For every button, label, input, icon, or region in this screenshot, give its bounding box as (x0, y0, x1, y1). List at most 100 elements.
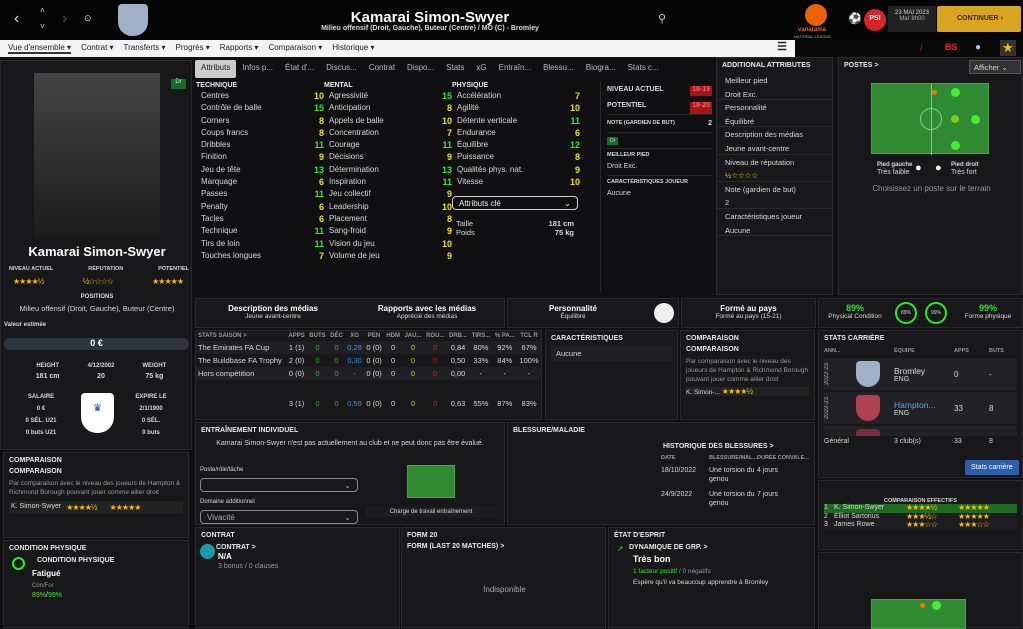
column-header[interactable]: DRB... (447, 331, 470, 341)
season-stats-title[interactable]: STATS SAISON > (196, 331, 286, 341)
nav-overview[interactable]: Vue d'ensemble ▾ (8, 43, 72, 54)
injury-row[interactable]: 18/10/2022 Une torsion du genou 4 jours (661, 466, 811, 490)
ball-icon[interactable]: ⚽ (848, 12, 862, 25)
nav-progress[interactable]: Progrès ▾ (176, 43, 210, 54)
psi-badge[interactable]: PSI (864, 9, 886, 31)
column-header[interactable]: JAU... (402, 331, 424, 341)
back-icon[interactable]: ‹ (14, 10, 19, 28)
club-name[interactable]: Hampton... (894, 400, 954, 410)
bs-icon[interactable]: BS (945, 42, 958, 52)
career-row[interactable]: -22West Ham (824, 426, 1017, 436)
tab-dispo[interactable]: Dispo... (401, 60, 440, 78)
position-dot[interactable] (951, 115, 959, 123)
position-pitch[interactable] (871, 83, 989, 155)
bulb-icon[interactable]: ● (975, 42, 981, 53)
attribute-row: Concentration 7 (324, 128, 452, 140)
up-icon[interactable]: ˄ (40, 6, 45, 15)
nav-comparison[interactable]: Comparaison ▾ (268, 43, 322, 54)
competition-name: The Emirates FA Cup (198, 343, 270, 352)
position-dot[interactable] (951, 141, 960, 150)
tab-xg[interactable]: xG (470, 60, 492, 78)
nav-transfers[interactable]: Transferts ▾ (124, 43, 166, 54)
nav-reports[interactable]: Rapports ▾ (220, 43, 259, 54)
table-row[interactable]: 3 (1) 0 0 0,59 0 (0) 0 0 0 0,63 55% 87% 83% (196, 380, 541, 410)
attribute-name: Tacles (201, 213, 224, 223)
hamburger-icon[interactable]: ☰ (777, 42, 787, 54)
position-dot[interactable] (971, 115, 980, 124)
dynamics-value: Très bon (633, 554, 671, 564)
tab-biographie[interactable]: Biogra... (580, 60, 622, 78)
injury-row[interactable]: 24/9/2022 Une torsion du genou 7 jours (661, 490, 811, 514)
attribute-value: 6 (574, 127, 580, 138)
stat-cell: 0,50 (450, 356, 466, 365)
search-icon[interactable]: ⚲ (658, 12, 666, 25)
stat-cell: 0 (0) (366, 343, 382, 352)
column-header[interactable]: TIRS... (469, 331, 492, 341)
gk-label: NOTE (GARDIEN DE BUT) (607, 120, 675, 126)
favorite-star-icon[interactable]: ★ (1000, 40, 1016, 56)
stat-cell: 0,00 (450, 369, 466, 378)
nav-contract[interactable]: Contrat ▾ (81, 43, 113, 54)
attribute-name: Agilité (457, 103, 479, 113)
stat-cell: 0 (334, 369, 339, 378)
career-row[interactable]: 2022-23 Bromley ENG 0 - (824, 358, 1017, 390)
career-stats-panel: STATS CARRIÈRE ANN... ÉQUIPE APPS BUTS 2022… (818, 330, 1023, 478)
down-icon[interactable]: ˅ (40, 22, 45, 31)
key-attributes-dropdown[interactable]: Attributs clé ⌄ (452, 196, 578, 210)
role-dropdown[interactable]: ⌄ (200, 478, 358, 492)
pen-icon[interactable]: / (920, 43, 923, 53)
career-stats-button[interactable]: Stats carrière (965, 460, 1019, 475)
value-label: Valeur estimée (4, 322, 47, 328)
tab-attributs[interactable]: Attributs (195, 60, 237, 78)
column-header[interactable]: BUTS (307, 331, 328, 341)
attribute-value: 8 (446, 213, 452, 224)
workload-label[interactable]: Charge de travail entraînement (366, 507, 496, 517)
col-date: DATE (661, 455, 676, 461)
continue-button[interactable]: CONTINUER › (937, 6, 1021, 32)
squad-row[interactable]: 3 James Rowe ★★★☆☆ ★★★☆☆ (824, 520, 1017, 530)
nav-history[interactable]: Historique ▾ (332, 43, 374, 54)
competition-name (196, 380, 286, 410)
player-subtitle: Milieu offensif (Droit, Gauche), Buteur … (321, 25, 539, 32)
dynamics-link[interactable]: DYNAMIQUE DE GRP. > (629, 540, 708, 555)
menu-icon[interactable]: ⊙ (84, 13, 92, 24)
tab-discussions[interactable]: Discus... (320, 60, 363, 78)
position-dot[interactable] (951, 88, 960, 97)
tab-stats[interactable]: Stats (440, 60, 470, 78)
column-header[interactable]: % PA... (493, 331, 518, 341)
personality-icon (654, 303, 674, 323)
career-row[interactable]: 2022-23 Hampton... ENG 33 8 (824, 392, 1017, 424)
column-header[interactable]: XG (345, 331, 364, 341)
table-row[interactable]: The Emirates FA Cup 1 (1) 0 0 0,28 0 (0) 0 0 0 0,… (196, 341, 541, 354)
age: 20 (97, 373, 105, 380)
player-name: Kamarai Simon-Swyer (28, 244, 166, 259)
right-foot: Très fort (951, 169, 977, 176)
afficher-dropdown[interactable]: Afficher ⌄ (969, 60, 1021, 74)
column-header[interactable]: PEN (364, 331, 384, 341)
tab-entrainement[interactable]: Entraîn... (493, 60, 537, 78)
table-row[interactable]: The Buildbase FA Trophy 2 (0) 0 0 0,30 0 (0) 0… (196, 354, 541, 367)
attribute-name: Vision du jeu (329, 238, 375, 248)
tab-infos[interactable]: Infos p... (236, 60, 279, 78)
tab-etat[interactable]: État d'... (279, 60, 320, 78)
training-message: Kamarai Simon-Swyer n'est pas actuelleme… (216, 440, 484, 447)
form-link[interactable]: FORM (LAST 20 MATCHES) > (402, 543, 605, 554)
table-row[interactable]: Hors compétition 0 (0) 0 0 - 0 (0) 0 0 0 0,00 - - - (196, 367, 541, 380)
tab-blessures[interactable]: Blessu... (537, 60, 580, 78)
column-header[interactable]: HDM (384, 331, 402, 341)
domain-dropdown[interactable]: Vivacité ⌄ (200, 510, 358, 524)
column-header[interactable]: APPS (286, 331, 307, 341)
stat-cell: 3 (1) (288, 399, 305, 408)
position-dot[interactable] (932, 90, 937, 95)
tab-contrat[interactable]: Contrat (363, 60, 401, 78)
club-name[interactable]: Bromley (894, 366, 954, 376)
club-crest[interactable] (118, 4, 148, 36)
column-header[interactable]: DÉC (328, 331, 345, 341)
attribute-name: Touches longues (201, 250, 262, 260)
column-header[interactable]: ROU... (424, 331, 447, 341)
column-header[interactable]: TCL R (517, 331, 541, 341)
tab-stats-carriere[interactable]: Stats c... (622, 60, 665, 78)
injury-history-link[interactable]: HISTORIQUE DES BLESSURES > (658, 439, 779, 454)
forward-icon[interactable]: › (62, 10, 67, 28)
domain-value: Vivacité (207, 513, 235, 522)
